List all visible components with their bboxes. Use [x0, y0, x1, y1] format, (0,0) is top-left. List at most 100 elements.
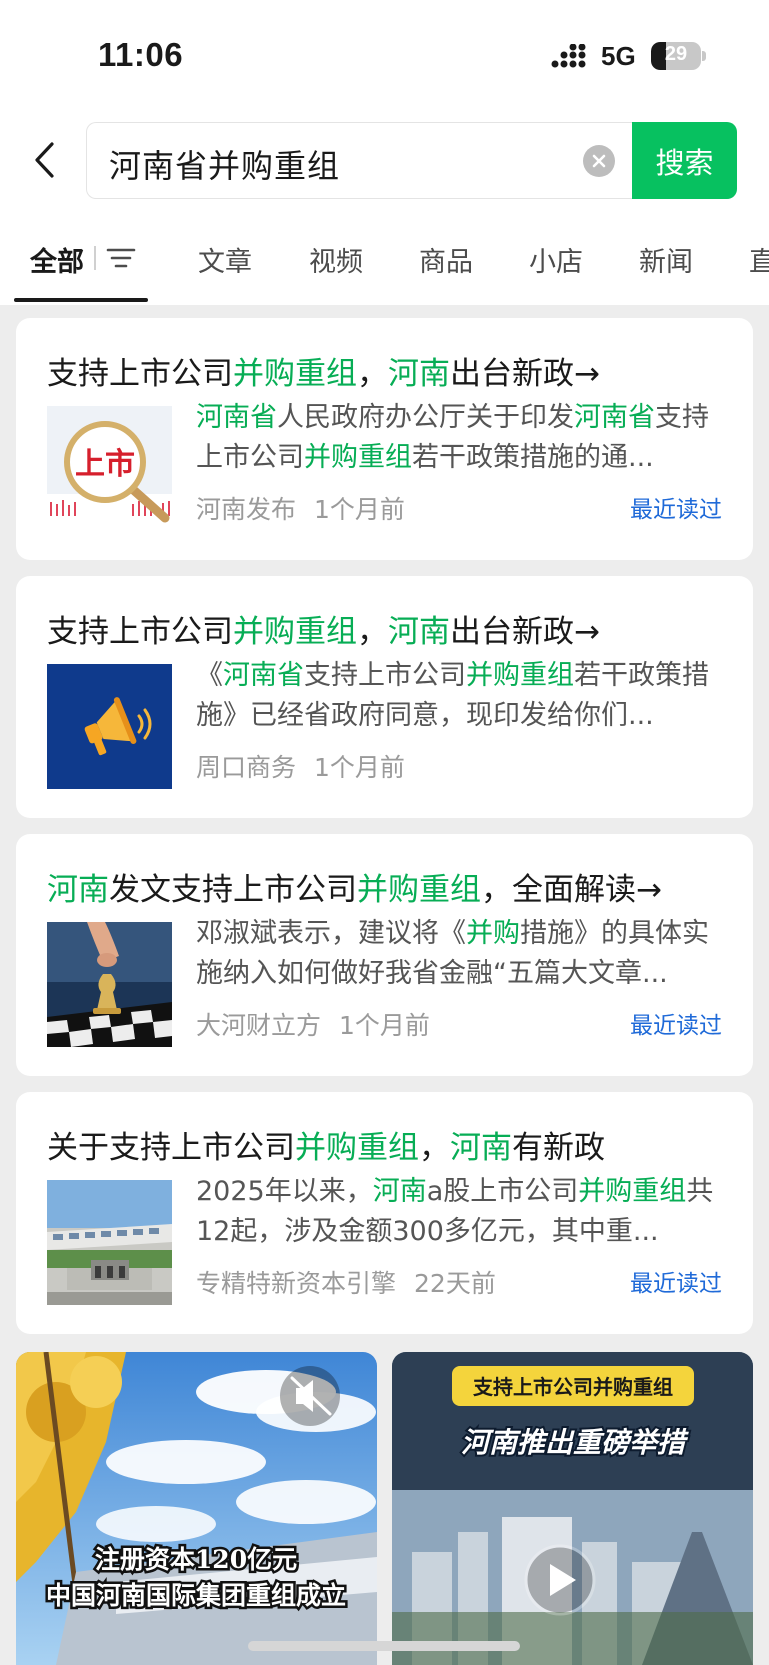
result-meta: 周口商务 1个月前 — [196, 748, 405, 784]
title-text: ， — [419, 1130, 450, 1166]
result-source[interactable]: 周口商务 — [196, 753, 296, 782]
megaphone-icon — [47, 664, 172, 789]
title-text: ， — [357, 356, 388, 392]
video-banner: 支持上市公司并购重组 — [473, 1375, 673, 1399]
title-text: 支持上市公司 — [47, 356, 233, 392]
title-text: 出台新政→ — [450, 356, 600, 392]
title-text: 发文支持上市公司 — [109, 872, 357, 908]
title-highlight: 河南 — [388, 614, 450, 650]
result-snippet: 河南省人民政府办公厅关于印发河南省支持上市公司并购重组若干政策措施的通... — [196, 398, 726, 478]
home-indicator[interactable] — [248, 1641, 520, 1651]
status-bar: 11:06 5G 29 — [0, 0, 769, 110]
result-meta: 大河财立方 1个月前 — [196, 1006, 430, 1042]
result-card[interactable]: 支持上市公司并购重组，河南出台新政→ 上市 河南省人民政府办公厅关于印发河南省支… — [16, 318, 753, 560]
result-card[interactable]: 河南发文支持上市公司并购重组，全面解读→ 邓淑斌表示，建议将《并购措施》的具体实… — [16, 834, 753, 1076]
active-tab-indicator — [14, 298, 148, 302]
battery-cap — [702, 51, 706, 61]
result-title[interactable]: 支持上市公司并购重组，河南出台新政→ — [47, 348, 600, 393]
tab-articles[interactable]: 文章 — [198, 240, 252, 279]
snippet-highlight: 河南省 — [223, 660, 304, 691]
title-text: 关于支持上市公司 — [47, 1130, 295, 1166]
result-source[interactable]: 专精特新资本引擎 — [196, 1269, 396, 1298]
result-title[interactable]: 河南发文支持上市公司并购重组，全面解读→ — [47, 864, 662, 909]
title-highlight: 河南 — [450, 1130, 512, 1166]
snippet-highlight: 河南省 — [196, 402, 277, 433]
status-time: 11:06 — [98, 36, 184, 73]
result-thumbnail — [47, 1180, 172, 1305]
snippet-text: 《 — [196, 660, 223, 691]
snippet-highlight: 并购重组 — [578, 1176, 687, 1207]
snippet-highlight: 并购重组 — [466, 660, 574, 691]
snippet-highlight: 河南 — [372, 1176, 427, 1207]
video-thumbnail: 注册资本120亿元 中国河南国际集团重组成立 — [16, 1352, 377, 1665]
result-title[interactable]: 支持上市公司并购重组，河南出台新政→ — [47, 606, 600, 651]
cellular-signal-icon — [551, 44, 586, 68]
thumbnail-label: 上市 — [75, 447, 135, 482]
result-time: 1个月前 — [314, 495, 405, 524]
snippet-text: 若干政策措施的通... — [412, 442, 654, 473]
tab-products[interactable]: 商品 — [419, 240, 473, 279]
search-field[interactable]: 河南省并购重组 — [86, 122, 634, 199]
network-type: 5G — [601, 41, 636, 71]
video-card[interactable]: 注册资本120亿元 中国河南国际集团重组成立 — [16, 1352, 377, 1665]
result-time: 22天前 — [414, 1269, 496, 1298]
result-card[interactable]: 关于支持上市公司并购重组，河南有新政 2025年以来，河南a股上市公司并购重组共… — [16, 1092, 753, 1334]
title-highlight: 并购重组 — [295, 1130, 419, 1166]
result-snippet: 2025年以来，河南a股上市公司并购重组共12起，涉及金额300多亿元，其中重.… — [196, 1172, 726, 1252]
recently-read-tag: 最近读过 — [630, 497, 722, 523]
snippet-text: 邓淑斌表示，建议将《 — [196, 918, 466, 949]
title-text: 支持上市公司 — [47, 614, 233, 650]
search-button[interactable]: 搜索 — [632, 122, 737, 199]
snippet-text: 人民政府办公厅关于印发 — [277, 402, 574, 433]
result-time: 1个月前 — [314, 753, 405, 782]
chess-piece-icon — [47, 922, 172, 1047]
tab-all[interactable]: 全部 — [30, 240, 84, 279]
filter-icon[interactable] — [106, 244, 136, 272]
result-snippet: 《河南省支持上市公司并购重组若干政策措施》已经省政府同意，现印发给你们... — [196, 656, 726, 736]
result-meta: 专精特新资本引擎 22天前 — [196, 1264, 496, 1300]
video-thumbnail: 支持上市公司并购重组 河南推出重磅举措 — [392, 1352, 753, 1665]
tab-live[interactable]: 直 — [749, 240, 769, 279]
result-snippet: 邓淑斌表示，建议将《并购措施》的具体实施纳入如何做好我省金融“五篇大文章... — [196, 914, 726, 994]
video-card[interactable]: 支持上市公司并购重组 河南推出重磅举措 — [392, 1352, 753, 1665]
tab-news[interactable]: 新闻 — [639, 240, 693, 279]
result-meta: 河南发布 1个月前 — [196, 490, 405, 526]
title-highlight: 并购重组 — [233, 356, 357, 392]
title-text: 出台新政→ — [450, 614, 600, 650]
title-highlight: 河南 — [47, 872, 109, 908]
snippet-highlight: 并购重组 — [304, 442, 412, 473]
play-icon[interactable] — [524, 1544, 596, 1616]
video-caption: 注册资本120亿元 — [95, 1545, 297, 1574]
result-source[interactable]: 河南发布 — [196, 495, 296, 524]
result-thumbnail — [47, 664, 172, 789]
tab-divider — [94, 246, 96, 270]
result-thumbnail — [47, 922, 172, 1047]
snippet-text: a股上市公司 — [426, 1176, 579, 1207]
result-title[interactable]: 关于支持上市公司并购重组，河南有新政 — [47, 1122, 605, 1167]
title-text: 有新政 — [512, 1130, 605, 1166]
clear-icon[interactable] — [583, 145, 615, 177]
building-photo-icon — [47, 1180, 172, 1305]
filter-tabs: 全部 文章 视频 商品 小店 新闻 直 — [0, 232, 769, 302]
video-caption: 中国河南国际集团重组成立 — [46, 1581, 346, 1610]
snippet-highlight: 河南省 — [574, 402, 655, 433]
snippet-text: 支持上市公司 — [304, 660, 466, 691]
recently-read-tag: 最近读过 — [630, 1013, 722, 1039]
battery-level: 29 — [664, 43, 688, 65]
snippet-highlight: 并购 — [466, 918, 520, 949]
search-input[interactable]: 河南省并购重组 — [109, 141, 340, 187]
title-text: ，全面解读→ — [481, 872, 662, 908]
chevron-left-icon — [35, 142, 54, 178]
snippet-text: 2025年以来， — [196, 1176, 373, 1207]
tab-shops[interactable]: 小店 — [529, 240, 583, 279]
title-highlight: 河南 — [388, 356, 450, 392]
video-headline: 河南推出重磅举措 — [461, 1426, 689, 1459]
mute-icon[interactable] — [280, 1366, 340, 1426]
title-highlight: 并购重组 — [357, 872, 481, 908]
tab-videos[interactable]: 视频 — [309, 240, 363, 279]
result-source[interactable]: 大河财立方 — [196, 1011, 321, 1040]
result-card[interactable]: 支持上市公司并购重组，河南出台新政→ 《河南省支持上市公司并购重组若干政策措施》… — [16, 576, 753, 818]
title-text: ， — [357, 614, 388, 650]
top-bar: 11:06 5G 29 河南省并购重组 搜索 全部 文章 视频 商品 小店 新闻… — [0, 0, 769, 305]
back-button[interactable] — [26, 136, 62, 184]
